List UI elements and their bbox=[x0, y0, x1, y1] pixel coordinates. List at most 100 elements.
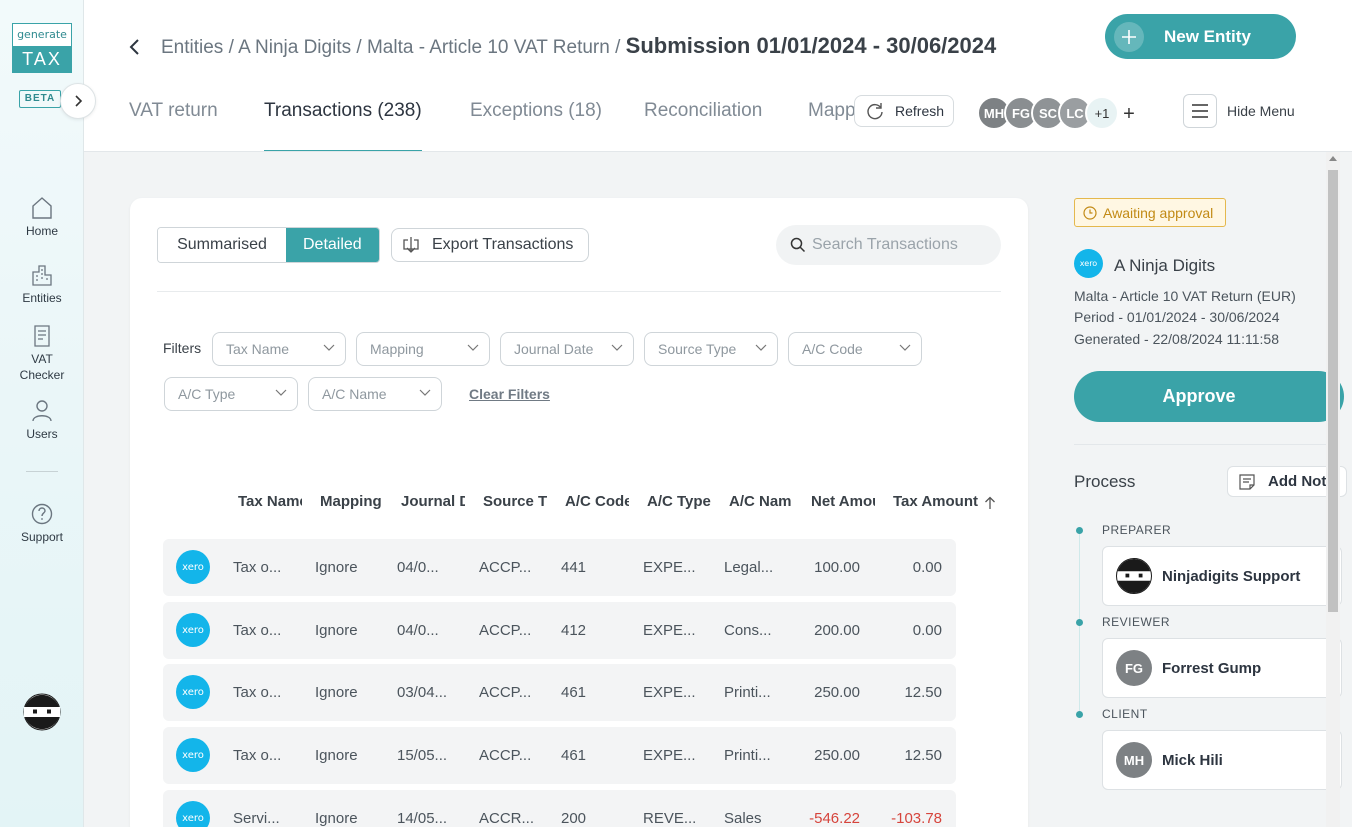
cell-tax-name: Tax o... bbox=[233, 622, 282, 639]
cell-tax-amount: 12.50 bbox=[904, 747, 942, 764]
generate-tax-logo[interactable]: generate TAX bbox=[12, 23, 72, 73]
cell-net-amount: 250.00 bbox=[814, 747, 860, 764]
cell-mapping: Ignore bbox=[315, 747, 358, 764]
sidebar-item-label: Home bbox=[25, 224, 58, 238]
sidebar-item-users[interactable]: Users bbox=[0, 399, 84, 441]
filter-label: Tax Name bbox=[226, 341, 290, 357]
tabs-divider bbox=[84, 151, 1352, 152]
table-row[interactable]: xero Tax o... Ignore 04/0... ACCP... 441 EXPE.… bbox=[163, 539, 956, 596]
table-row[interactable]: xero Tax o... Ignore 04/0... ACCP... 412 EXPE.… bbox=[163, 602, 956, 659]
scroll-up-arrow-icon[interactable] bbox=[1329, 156, 1337, 161]
table-row[interactable]: xero Tax o... Ignore 03/04... ACCP... 461 EXPE… bbox=[163, 664, 956, 721]
entity-name: A Ninja Digits bbox=[1114, 256, 1216, 275]
column-header-net-amount[interactable]: Net Amou bbox=[811, 493, 875, 510]
export-transactions-button[interactable]: Export Transactions bbox=[391, 228, 589, 262]
table-row[interactable]: xero Tax o... Ignore 15/05... ACCP... 461 EXPE… bbox=[163, 727, 956, 784]
hamburger-icon[interactable] bbox=[1183, 94, 1217, 128]
column-header-tax-name[interactable]: Tax Name bbox=[238, 493, 302, 510]
cell-tax-name: Tax o... bbox=[233, 559, 282, 576]
user-avatar-ninja-icon[interactable] bbox=[23, 693, 61, 731]
avatar-overflow-count[interactable]: +1 bbox=[1085, 96, 1119, 130]
cell-ac-code: 412 bbox=[561, 622, 587, 639]
detailed-toggle[interactable]: Detailed bbox=[286, 228, 379, 262]
tab-reconciliation[interactable]: Reconciliation bbox=[644, 100, 762, 152]
add-collaborator-icon[interactable]: + bbox=[1115, 100, 1143, 128]
breadcrumb: Entities / A Ninja Digits / Malta - Arti… bbox=[161, 33, 996, 59]
role-label-preparer: PREPARER bbox=[1102, 523, 1172, 537]
filter-ac-code[interactable]: A/C Code bbox=[788, 332, 922, 366]
sidebar-item-label: Support bbox=[20, 530, 64, 544]
new-entity-label: New Entity bbox=[1164, 26, 1251, 46]
column-header-ac-name[interactable]: A/C Nam bbox=[729, 493, 793, 510]
cell-mapping: Ignore bbox=[315, 684, 358, 701]
breadcrumb-item-entities[interactable]: Entities bbox=[161, 37, 223, 58]
sidebar-item-vat-checker[interactable]: VAT Checker bbox=[0, 325, 84, 383]
hide-menu-button[interactable]: Hide Menu bbox=[1227, 103, 1295, 119]
sidebar-item-support[interactable]: Support bbox=[0, 502, 84, 544]
timeline-dot bbox=[1076, 619, 1083, 626]
cell-ac-code: 200 bbox=[561, 810, 587, 827]
filter-ac-name[interactable]: A/C Name bbox=[308, 377, 442, 411]
breadcrumb-separator: / bbox=[356, 37, 362, 58]
sidebar-item-home[interactable]: Home bbox=[0, 196, 84, 238]
new-entity-button[interactable]: New Entity bbox=[1105, 14, 1296, 59]
export-label: Export Transactions bbox=[432, 236, 574, 253]
column-header-source-type[interactable]: Source T bbox=[483, 493, 547, 510]
summarised-toggle[interactable]: Summarised bbox=[158, 228, 286, 262]
cell-tax-name: Tax o... bbox=[233, 684, 282, 701]
search-input[interactable]: Search Transactions bbox=[776, 225, 1001, 265]
status-text: Awaiting approval bbox=[1103, 204, 1214, 221]
filter-ac-type[interactable]: A/C Type bbox=[164, 377, 298, 411]
column-header-ac-code[interactable]: A/C Code bbox=[565, 493, 629, 510]
sidebar-item-entities[interactable]: Entities bbox=[0, 263, 84, 305]
breadcrumb-item-entity[interactable]: A Ninja Digits bbox=[238, 37, 351, 58]
preparer-card[interactable]: Ninjadigits Support bbox=[1102, 546, 1342, 606]
column-header-journal-date[interactable]: Journal D bbox=[401, 493, 465, 510]
breadcrumb-separator: / bbox=[615, 37, 621, 58]
document-icon bbox=[34, 325, 50, 347]
reviewer-card[interactable]: FG Forrest Gump bbox=[1102, 638, 1342, 698]
xero-logo-icon: xero bbox=[176, 738, 210, 772]
chevron-down-icon bbox=[899, 344, 911, 351]
cell-source-type: ACCP... bbox=[479, 684, 532, 701]
process-heading: Process bbox=[1074, 472, 1136, 491]
sidebar-divider bbox=[26, 471, 58, 472]
refresh-button[interactable]: Refresh bbox=[854, 95, 954, 127]
filter-journal-date[interactable]: Journal Date bbox=[500, 332, 634, 366]
table-row[interactable]: xero Servi... Ignore 14/05... ACCR... 200 REVE… bbox=[163, 790, 956, 827]
column-header-ac-type[interactable]: A/C Type bbox=[647, 493, 713, 510]
person-name: Forrest Gump bbox=[1162, 659, 1262, 677]
sidebar: generate TAX BETA Home Entities VAT Chec… bbox=[0, 0, 84, 827]
clear-filters-link[interactable]: Clear Filters bbox=[469, 386, 550, 402]
column-header-tax-amount[interactable]: Tax Amount bbox=[893, 493, 979, 510]
tab-vat-return[interactable]: VAT return bbox=[129, 100, 218, 152]
cell-ac-name: Printi... bbox=[724, 747, 771, 764]
xero-logo-icon: xero bbox=[176, 675, 210, 709]
beta-badge: BETA bbox=[19, 90, 61, 108]
sidebar-expand-button[interactable] bbox=[60, 83, 96, 119]
scrollbar[interactable] bbox=[1326, 152, 1340, 827]
sort-ascending-icon[interactable] bbox=[984, 496, 996, 510]
filter-source-type[interactable]: Source Type bbox=[644, 332, 778, 366]
note-icon bbox=[1239, 473, 1255, 490]
breadcrumb-item-return[interactable]: Malta - Article 10 VAT Return bbox=[367, 37, 610, 58]
tab-transactions[interactable]: Transactions (238) bbox=[264, 100, 422, 152]
cell-ac-name: Sales bbox=[724, 810, 762, 827]
filter-mapping[interactable]: Mapping bbox=[356, 332, 490, 366]
cell-tax-amount: 12.50 bbox=[904, 684, 942, 701]
tab-mapping[interactable]: Mapp bbox=[808, 100, 854, 152]
cell-net-amount: 100.00 bbox=[814, 559, 860, 576]
column-header-mapping[interactable]: Mapping bbox=[320, 493, 384, 510]
scrollbar-thumb[interactable] bbox=[1328, 170, 1338, 612]
back-arrow-icon[interactable] bbox=[125, 36, 145, 58]
filter-tax-name[interactable]: Tax Name bbox=[212, 332, 346, 366]
view-toggle: Summarised Detailed bbox=[157, 227, 380, 263]
cell-ac-name: Cons... bbox=[724, 622, 772, 639]
tab-exceptions[interactable]: Exceptions (18) bbox=[470, 100, 602, 152]
cell-ac-code: 461 bbox=[561, 747, 587, 764]
role-label-reviewer: REVIEWER bbox=[1102, 615, 1171, 629]
client-card[interactable]: MH Mick Hili bbox=[1102, 730, 1342, 790]
approve-button[interactable]: Approve bbox=[1074, 371, 1344, 422]
cell-journal-date: 15/05... bbox=[397, 747, 448, 764]
cell-tax-name: Servi... bbox=[233, 810, 280, 827]
